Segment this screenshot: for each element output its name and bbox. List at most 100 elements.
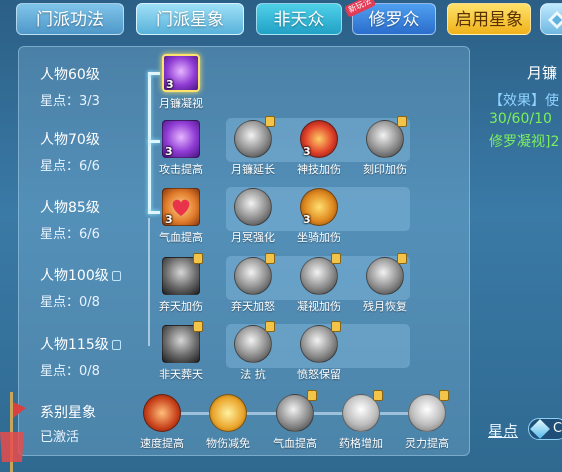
tab-sect-stars[interactable]: 门派星象 (136, 3, 244, 35)
skill-slot[interactable]: 灵力提高 (399, 390, 455, 451)
purple-crescent-icon: 3 (162, 54, 200, 92)
row-school-stars: 系别星象 已激活 (40, 402, 96, 445)
skill-slot[interactable]: 物伤减免 (200, 394, 256, 451)
skill-slot[interactable]: 凝视加伤 (291, 253, 347, 314)
skill-slot[interactable]: 残月恢复 (357, 253, 413, 314)
skill-name: 月冥强化 (231, 231, 275, 244)
lock-icon (373, 390, 383, 401)
skill-slot[interactable]: 气血提高 (267, 390, 323, 451)
skill-name: 非天葬天 (159, 368, 203, 381)
skill-name: 月镰延长 (231, 163, 275, 176)
skill-slot[interactable]: 月镰延长 (225, 116, 281, 177)
gold-figure-icon (209, 394, 247, 432)
detail-title: 月镰 (527, 64, 558, 82)
tab-feitian[interactable]: 非天众 (256, 3, 342, 35)
purple-crescent-icon: 3 (162, 120, 200, 158)
row-star-points: 星点：0/8 (40, 295, 100, 310)
gray-swirl-icon (300, 253, 341, 295)
row-level-115: 人物115级 星点：0/8 (40, 334, 121, 379)
row-star-points: 星点：3/3 (40, 94, 100, 109)
row-title: 人物100级 (40, 265, 121, 285)
row-level-70: 人物70级 星点：6/6 (40, 129, 100, 174)
skill-name: 攻击提高 (159, 163, 203, 176)
skill-slot[interactable]: 愤怒保留 (291, 321, 347, 382)
skill-slot[interactable]: 3 神技加伤 (291, 120, 347, 177)
tree-connector (148, 218, 150, 346)
skill-name: 凝视加伤 (297, 300, 341, 313)
skill-slot[interactable]: 药格增加 (333, 390, 389, 451)
diamond-icon[interactable] (540, 3, 562, 35)
heart-icon: 3 (162, 188, 200, 226)
skill-slot[interactable]: 速度提高 (134, 394, 190, 451)
skill-name: 法 抗 (240, 368, 266, 381)
skill-name: 弃天加怒 (231, 300, 275, 313)
lock-icon (439, 390, 449, 401)
row-title: 人物70级 (40, 132, 100, 148)
detail-effect: 【效果】使 (489, 93, 559, 109)
row-title: 人物85级 (40, 200, 100, 216)
skill-slot[interactable]: 非天葬天 (153, 321, 209, 382)
tree-connector (148, 72, 151, 214)
lock-icon (265, 321, 275, 332)
skill-name: 气血提高 (273, 437, 317, 450)
detail-skill-name: 修罗凝视]2 (489, 134, 560, 150)
star-points-value: C (553, 421, 562, 436)
gray-rune-icon (366, 116, 407, 158)
detail-progress: 30/60/10 (489, 111, 552, 127)
row-star-points: 星点：0/8 (40, 364, 100, 379)
top-tab-bar: 门派功法 门派星象 非天众 新玩法 修罗众 启用星象 (0, 0, 562, 40)
gray-moon-icon (366, 253, 407, 295)
skill-name: 物伤减免 (206, 437, 250, 450)
skill-name: 月镰凝视 (159, 97, 203, 110)
star-points-label[interactable]: 星点 (488, 420, 518, 441)
lock-icon (193, 253, 203, 264)
lock-icon (265, 253, 275, 264)
lock-icon (331, 321, 341, 332)
row-level-60: 人物60级 星点：3/3 (40, 64, 100, 109)
skill-name: 气血提高 (159, 231, 203, 244)
lock-icon (397, 116, 407, 127)
row-status: 已激活 (40, 430, 80, 445)
lock-icon (111, 340, 121, 350)
fire-claw-icon: 3 (300, 120, 338, 158)
skill-slot[interactable]: 法 抗 (225, 321, 281, 382)
row-level-100: 人物100级 星点：0/8 (40, 265, 121, 310)
gray-warrior-icon (234, 321, 275, 363)
skill-slot[interactable]: 3 气血提高 (153, 188, 209, 245)
row-star-points: 星点：6/6 (40, 227, 100, 242)
skill-name: 弃天加伤 (159, 300, 203, 313)
gray-burst-icon (234, 253, 275, 295)
flag-icon (0, 392, 26, 472)
skill-slot[interactable]: 月冥强化 (225, 188, 281, 245)
row-title: 人物115级 (40, 334, 121, 354)
skill-name: 坐骑加伤 (297, 231, 341, 244)
row-title: 系别星象 (40, 405, 96, 421)
gray-orb-icon (234, 188, 272, 226)
lock-icon (397, 253, 407, 264)
speed-icon (143, 394, 181, 432)
skill-name: 愤怒保留 (297, 368, 341, 381)
skill-name: 神技加伤 (297, 163, 341, 176)
row-star-points: 星点：6/6 (40, 159, 100, 174)
skill-slot[interactable]: 弃天加怒 (225, 253, 281, 314)
lock-icon (265, 116, 275, 127)
skill-slot[interactable]: 3 坐骑加伤 (291, 188, 347, 245)
gray-burst-icon (162, 253, 203, 295)
gray-spirit-icon (408, 390, 449, 432)
lock-icon (331, 253, 341, 264)
lock-icon (307, 390, 317, 401)
row-title: 人物60级 (40, 67, 100, 83)
star-points-counter: C (528, 418, 562, 440)
tab-xiuluo[interactable]: 新玩法 修罗众 (343, 0, 436, 35)
skill-slot[interactable]: 弃天加伤 (153, 253, 209, 314)
skill-slot[interactable]: 刻印加伤 (357, 116, 413, 177)
enable-stars-button[interactable]: 启用星象 (447, 3, 531, 35)
skill-slot[interactable]: 3 月镰凝视 (153, 54, 209, 111)
lock-icon (193, 321, 203, 332)
skill-name: 速度提高 (140, 437, 184, 450)
skill-slot[interactable]: 3 攻击提高 (153, 120, 209, 177)
gray-crescent-icon (234, 116, 275, 158)
gray-warrior-icon (300, 321, 341, 363)
gray-flask-icon (342, 390, 383, 432)
tab-sect-skills[interactable]: 门派功法 (16, 3, 124, 35)
